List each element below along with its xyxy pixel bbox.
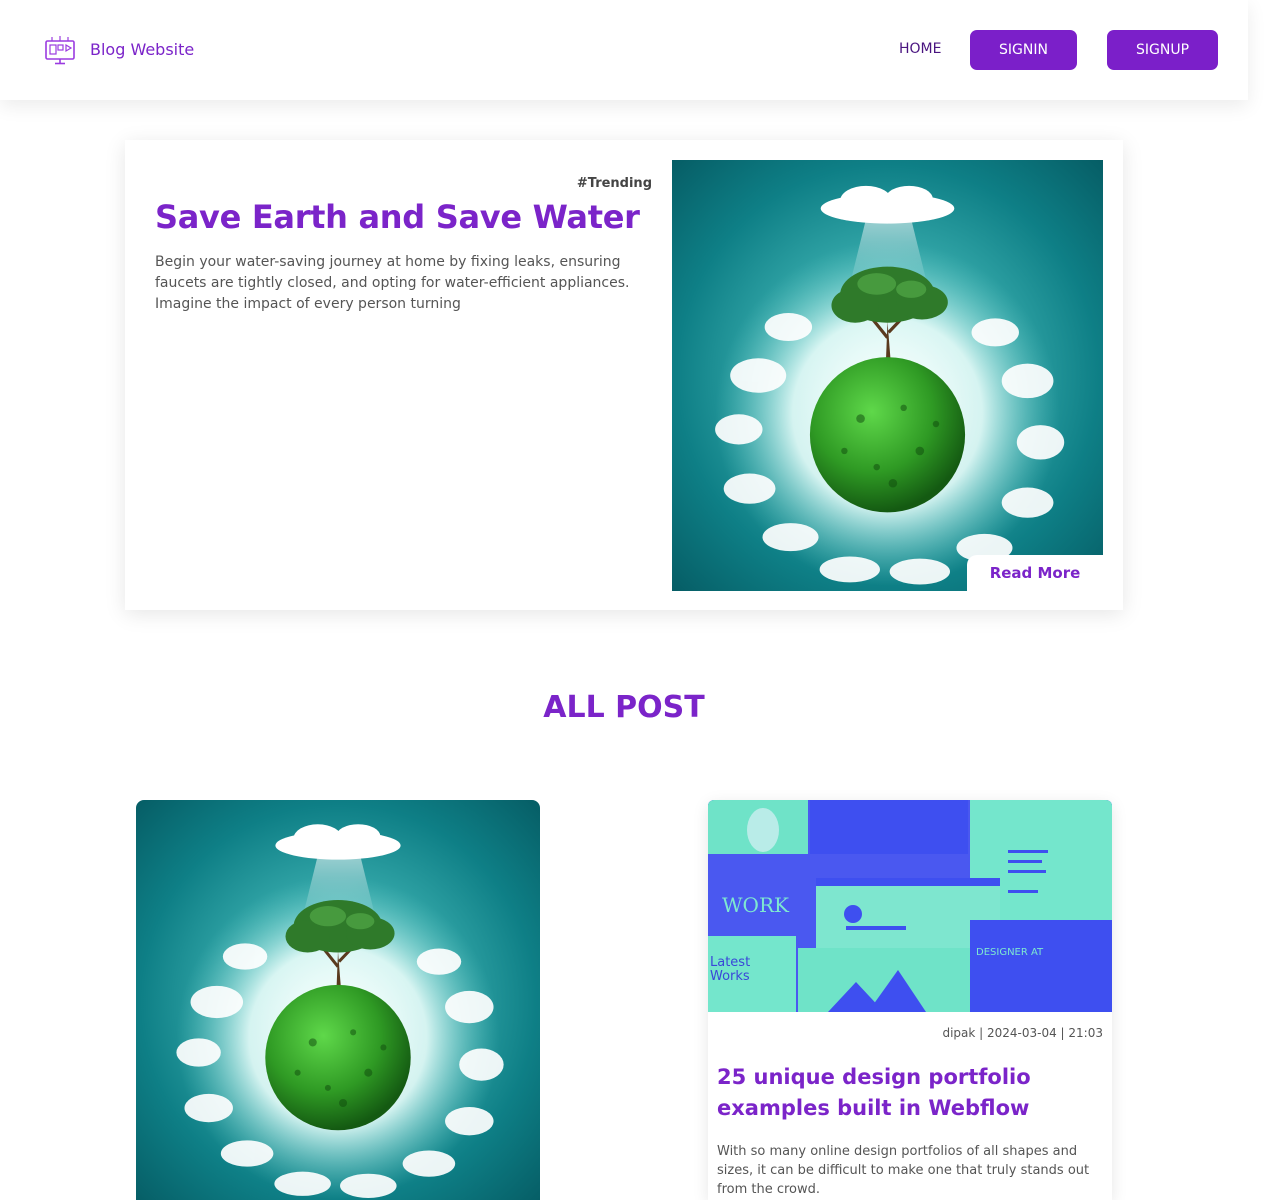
post-card[interactable]: WORK Latest Works DESIGNER AT dipak | 20… bbox=[708, 800, 1112, 1200]
svg-text:Latest: Latest bbox=[710, 955, 750, 970]
signup-button[interactable]: SIGNUP bbox=[1107, 30, 1218, 70]
post-meta: dipak | 2024-03-04 | 21:03 bbox=[942, 1026, 1103, 1040]
trending-post-title: Save Earth and Save Water bbox=[155, 198, 640, 236]
read-more-button[interactable]: Read More bbox=[967, 555, 1103, 591]
post-title[interactable]: 25 unique design portfolio examples buil… bbox=[717, 1062, 1097, 1124]
trending-post-description: Begin your water-saving journey at home … bbox=[155, 254, 630, 312]
svg-text:WORK: WORK bbox=[722, 893, 790, 917]
brand-name[interactable]: Blog Website bbox=[90, 40, 194, 59]
portfolio-collage-image: WORK Latest Works DESIGNER AT bbox=[708, 800, 1112, 1012]
trending-post-card: #Trending Save Earth and Save Water Begi… bbox=[125, 140, 1123, 610]
trending-tag: #Trending bbox=[576, 176, 652, 191]
earth-globe-tree-image bbox=[672, 160, 1103, 591]
nav-home-link[interactable]: HOME bbox=[899, 41, 941, 57]
monitor-blog-icon[interactable] bbox=[44, 34, 76, 66]
post-description: With so many online design portfolios of… bbox=[717, 1144, 1090, 1197]
post-card-image[interactable] bbox=[136, 800, 540, 1200]
signin-button[interactable]: SIGNIN bbox=[970, 30, 1077, 70]
all-post-heading: ALL POST bbox=[543, 690, 705, 725]
top-navbar: Blog Website HOME SIGNIN SIGNUP bbox=[0, 0, 1248, 100]
svg-text:Works: Works bbox=[710, 969, 750, 984]
svg-text:DESIGNER AT: DESIGNER AT bbox=[976, 947, 1044, 958]
